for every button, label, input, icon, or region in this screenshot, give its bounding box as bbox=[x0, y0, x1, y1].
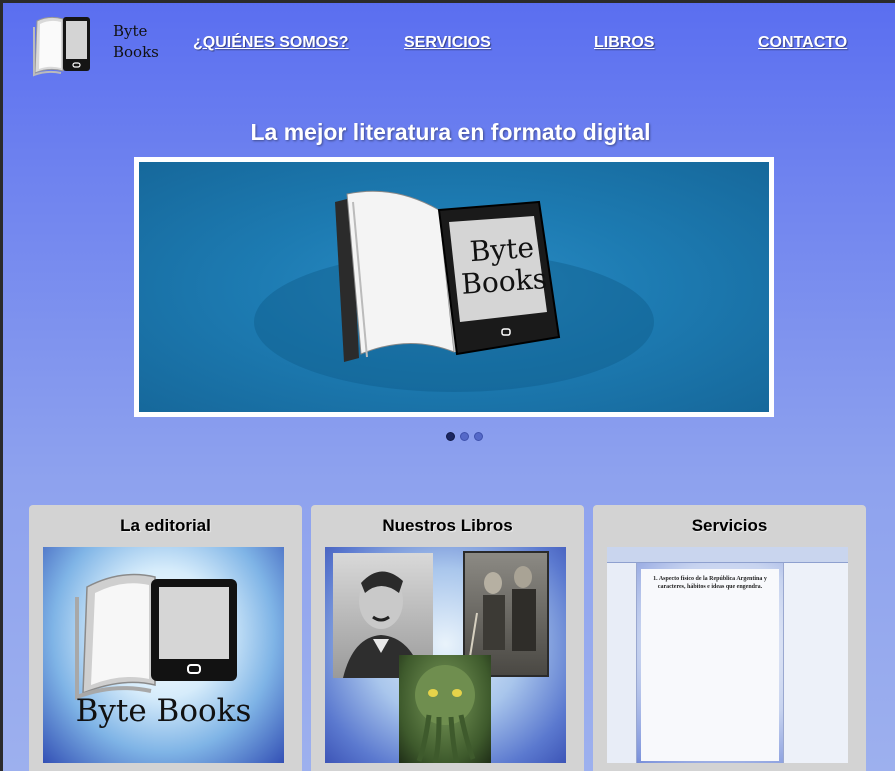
slider-dot-3[interactable] bbox=[474, 432, 483, 441]
card-title-servicios: Servicios bbox=[691, 516, 768, 535]
logo-line-1: Byte bbox=[113, 22, 148, 40]
hero-title: La mejor literatura en formato digital bbox=[250, 119, 651, 145]
card-title-nuestros-libros: Nuestros Libros bbox=[382, 516, 513, 535]
slider-dot-2[interactable] bbox=[460, 432, 469, 441]
card-title-editorial: La editorial bbox=[120, 516, 211, 535]
editorial-image-text: Byte Books bbox=[75, 693, 252, 729]
slider-dots bbox=[446, 432, 483, 441]
card-servicios[interactable]: Servicios 1. Aspecto físico de la Repúbl… bbox=[593, 505, 866, 771]
byte-books-logo-illustration bbox=[254, 190, 654, 392]
nav-link-contacto[interactable]: CONTACTO bbox=[758, 34, 847, 52]
nav-link-libros[interactable]: LIBROS bbox=[594, 34, 654, 52]
byte-books-big-logo bbox=[75, 573, 237, 700]
book-tablet-icon bbox=[33, 16, 90, 77]
slide-byte-books: Byte Books bbox=[139, 162, 769, 412]
cthulhu-figure bbox=[415, 665, 476, 763]
card-editorial[interactable]: La editorial Byte Books bbox=[29, 505, 302, 771]
editor-screenshot-image: 1. Aspecto físico de la República Argent… bbox=[607, 547, 848, 763]
editor-toolbar bbox=[607, 547, 848, 563]
slide-logo-line-2: Books bbox=[460, 262, 548, 301]
logo[interactable]: Byte Books bbox=[31, 13, 161, 77]
nav-link-servicios[interactable]: SERVICIOS bbox=[404, 34, 491, 52]
editor-doc-heading: 1. Aspecto físico de la República Argent… bbox=[653, 576, 767, 590]
slider-dot-1[interactable] bbox=[446, 432, 455, 441]
logo-line-2: Books bbox=[113, 43, 159, 61]
slide-logo-text: Byte Books bbox=[455, 231, 551, 301]
site-header: Byte Books ¿QUIÉNES SOMOS? SERVICIOS LIB… bbox=[3, 3, 895, 93]
editor-left-panel bbox=[607, 563, 637, 763]
editor-document: 1. Aspecto físico de la República Argent… bbox=[641, 569, 779, 761]
card-nuestros-libros[interactable]: Nuestros Libros bbox=[311, 505, 584, 771]
logo-text: Byte Books bbox=[113, 21, 159, 63]
image-slider[interactable]: Byte Books bbox=[134, 157, 774, 417]
cthulhu-illustration bbox=[399, 655, 491, 763]
books-collage-image bbox=[325, 547, 566, 763]
nav-link-quienes-somos[interactable]: ¿QUIÉNES SOMOS? bbox=[193, 34, 349, 52]
editorial-image: Byte Books bbox=[43, 547, 284, 763]
editor-right-panel bbox=[783, 563, 848, 763]
